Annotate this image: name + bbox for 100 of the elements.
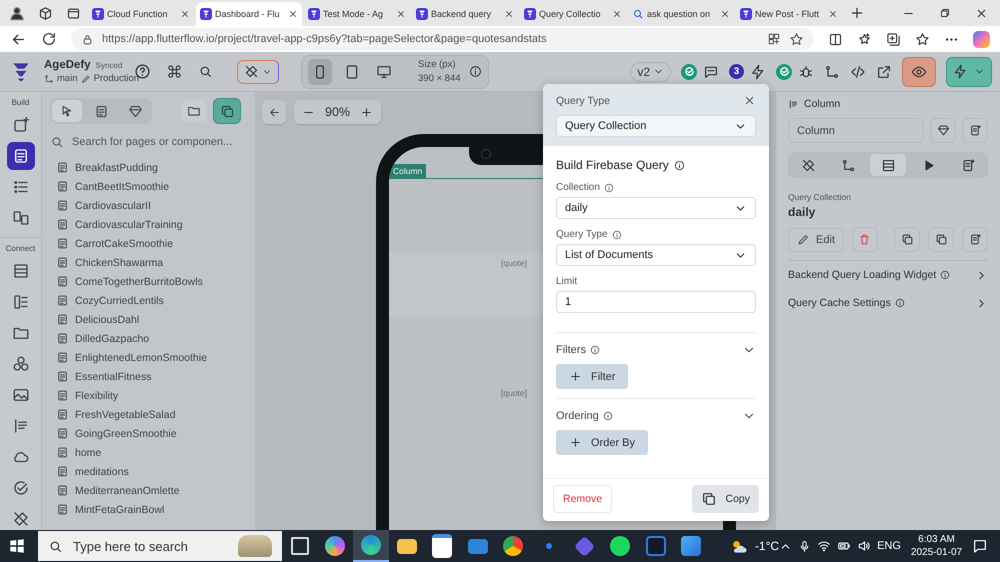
select-field[interactable]: Query Collection	[556, 115, 756, 137]
page-item[interactable]: ComeTogetherBurritoBowls	[50, 272, 255, 291]
preview-button[interactable]	[902, 56, 936, 86]
add-button[interactable]: Order By	[556, 430, 648, 455]
bug-icon[interactable]	[798, 64, 814, 80]
copy-button[interactable]	[928, 227, 954, 252]
version-dropdown[interactable]: v2	[630, 62, 671, 82]
page-item[interactable]: home	[50, 443, 255, 462]
apps-icon[interactable]	[767, 32, 781, 46]
new-folder-button[interactable]	[181, 100, 207, 122]
speaker-icon[interactable]	[857, 539, 872, 553]
page-item[interactable]: DilledGazpacho	[50, 329, 255, 348]
run-button[interactable]	[946, 56, 992, 86]
page-item[interactable]: MediterraneanOmlette	[50, 481, 255, 500]
paste-button[interactable]	[962, 227, 988, 252]
code-icon[interactable]	[850, 64, 866, 80]
notifications-icon[interactable]	[972, 538, 988, 554]
page-item[interactable]: EnlightenedLemonSmoothie	[50, 348, 255, 367]
page-item[interactable]: meditations	[50, 462, 255, 481]
panel-tab[interactable]	[870, 154, 906, 176]
close-icon[interactable]	[504, 9, 514, 19]
refresh-icon[interactable]	[41, 31, 57, 47]
collections-icon[interactable]	[886, 32, 901, 46]
close-icon[interactable]	[612, 9, 622, 19]
close-icon[interactable]	[720, 9, 730, 19]
close-icon[interactable]	[828, 9, 838, 19]
view-tab[interactable]	[52, 100, 82, 122]
wifi-icon[interactable]	[817, 539, 832, 553]
collapse-button[interactable]	[262, 100, 286, 124]
assistant-icon[interactable]	[973, 30, 990, 48]
address-bar[interactable]: https://app.flutterflow.io/project/travel-app-c9ps6y?tab=pageSelector&page=quotesandstats	[71, 28, 814, 50]
browser-tab[interactable]: Query Collectio	[520, 2, 626, 26]
share-icon[interactable]	[876, 64, 892, 80]
browser-tab[interactable]: Backend query	[412, 2, 518, 26]
clock[interactable]: 6:03 AM 2025-01-07	[910, 533, 962, 559]
search-icon[interactable]	[198, 64, 213, 79]
info-icon[interactable]	[468, 65, 482, 78]
clear-button[interactable]	[894, 227, 920, 252]
close-icon[interactable]	[288, 9, 298, 19]
page-item[interactable]: BreakfastPudding	[50, 158, 255, 177]
close-icon[interactable]	[743, 94, 756, 107]
page-icon	[56, 161, 69, 174]
select-field[interactable]: daily	[556, 197, 756, 219]
close-icon[interactable]	[396, 9, 406, 19]
page-item[interactable]: CozyCurriedLentils	[50, 291, 255, 310]
camera-icon	[481, 149, 491, 159]
new-tab-icon[interactable]	[849, 5, 865, 21]
page-item[interactable]: CardiovascularTraining	[50, 215, 255, 234]
split-screen-icon[interactable]	[828, 32, 843, 46]
page-item[interactable]: FreshVegetableSalad	[50, 405, 255, 424]
size-label: Size (px)	[418, 59, 456, 70]
bolt-list-icon[interactable]	[750, 64, 766, 80]
copy-icon	[934, 233, 948, 246]
restore-icon[interactable]	[939, 6, 951, 18]
taskbar-search[interactable]: Type here to search	[38, 531, 282, 561]
settings-row[interactable]: Backend Query Loading Widget	[788, 261, 988, 289]
start-icon[interactable]	[8, 537, 26, 555]
select-field[interactable]: List of Documents	[556, 244, 756, 266]
remove-button[interactable]: Remove	[553, 485, 612, 513]
page-item[interactable]: CarrotCakeSmoothie	[50, 234, 255, 253]
browser-tab[interactable]: ask question on	[628, 2, 734, 26]
page-item[interactable]: ChickenShawarma	[50, 253, 255, 272]
browser-button[interactable]	[353, 530, 389, 562]
page-item[interactable]: CardiovascularII	[50, 196, 255, 215]
command-icon[interactable]	[167, 64, 182, 79]
cube-icon[interactable]	[38, 6, 52, 20]
chat-icon[interactable]	[703, 64, 719, 80]
page-item[interactable]: GoingGreenSmoothie	[50, 424, 255, 443]
browser-tab[interactable]: New Post - Flutt	[736, 2, 842, 26]
name-field[interactable]: Column	[788, 118, 924, 143]
browser-tab[interactable]: Dashboard - Flu	[196, 2, 302, 26]
page-item[interactable]: EssentialFitness	[50, 367, 255, 386]
tab-list-icon[interactable]	[66, 6, 80, 20]
input-field[interactable]: 1	[556, 291, 756, 313]
settings-row[interactable]: Query Cache Settings	[788, 289, 988, 317]
browser-tab[interactable]: Cloud Function	[88, 2, 194, 26]
page-item[interactable]: Flexibility	[50, 386, 255, 405]
delete-button[interactable]	[852, 227, 878, 252]
favorites-icon[interactable]	[857, 32, 872, 46]
browser-tab[interactable]: Test Mode - Ag	[304, 2, 410, 26]
favorite-icon[interactable]	[789, 32, 804, 46]
page-item[interactable]: CantBeetItSmoothie	[50, 177, 255, 196]
nav-item[interactable]	[6, 142, 34, 170]
device-button[interactable]	[308, 58, 332, 84]
search-field[interactable]: Search for pages or componen...	[72, 136, 232, 148]
close-icon[interactable]	[180, 9, 190, 19]
branch-icon[interactable]	[824, 64, 840, 80]
language-indicator[interactable]: ENG	[877, 540, 901, 552]
edit-button[interactable]: Edit	[788, 228, 844, 252]
add-note-button[interactable]	[962, 118, 988, 143]
close-icon[interactable]	[975, 6, 988, 20]
profile-icon[interactable]	[8, 4, 26, 22]
copy-button[interactable]: Copy	[692, 485, 759, 513]
page-item[interactable]: DeliciousDahl	[50, 310, 255, 329]
add-button[interactable]: Filter	[556, 364, 628, 389]
add-page-button[interactable]	[213, 98, 241, 124]
widget-picker-button[interactable]	[237, 60, 279, 84]
zoom-in-icon[interactable]	[360, 106, 374, 118]
diamond-button[interactable]	[930, 118, 956, 143]
page-item[interactable]: MintFetaGrainBowl	[50, 500, 255, 519]
